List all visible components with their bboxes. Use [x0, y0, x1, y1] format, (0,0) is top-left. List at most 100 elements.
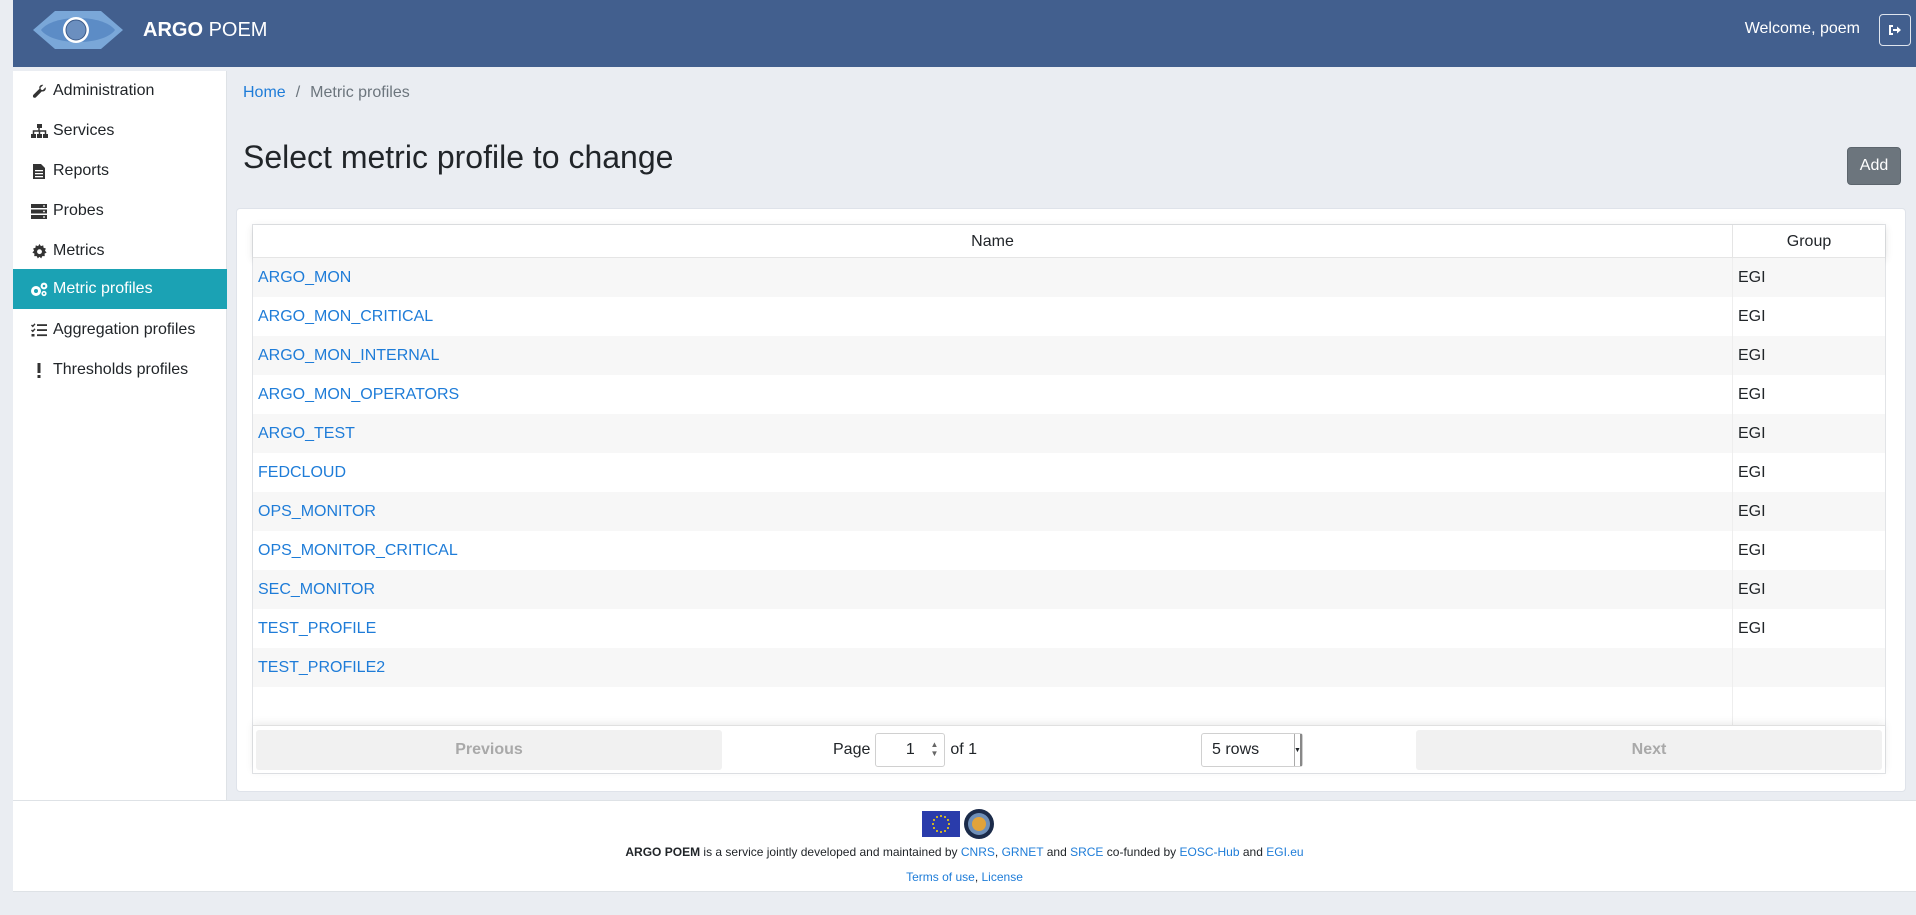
srce-link[interactable]: SRCE — [1070, 845, 1103, 859]
add-button[interactable]: Add — [1847, 147, 1901, 185]
table-row: ARGO_MON_OPERATORS EGI — [253, 375, 1885, 414]
logout-button[interactable] — [1879, 14, 1911, 46]
wrench-icon — [30, 83, 48, 99]
profile-link[interactable]: ARGO_MON_INTERNAL — [258, 347, 439, 365]
page-total: of 1 — [950, 741, 978, 758]
sidebar-item-thresholds-profiles[interactable]: Thresholds profiles — [13, 350, 227, 390]
column-header-name[interactable]: Name — [253, 225, 1733, 258]
sitemap-icon — [30, 123, 48, 139]
cell-name: ARGO_MON_OPERATORS — [253, 375, 1733, 414]
sidebar-item-probes[interactable]: Probes — [13, 191, 227, 231]
cell-name: ARGO_MON — [253, 258, 1733, 297]
profile-link[interactable]: TEST_PROFILE2 — [258, 659, 385, 677]
profile-link[interactable]: ARGO_MON_CRITICAL — [258, 308, 433, 326]
page-title: Select metric profile to change — [243, 139, 674, 175]
sidebar-item-metrics[interactable]: Metrics — [13, 231, 227, 271]
cell-name: TEST_PROFILE — [253, 609, 1733, 648]
terms-of-use-link[interactable]: Terms of use — [906, 870, 975, 884]
sidebar-item-label: Services — [53, 122, 115, 139]
footer-links: Terms of use, License — [13, 870, 1916, 884]
page-number-input[interactable]: 1 ▲ ▼ — [875, 733, 946, 767]
sidebar-item-label: Metric profiles — [53, 280, 153, 297]
sidebar-item-reports[interactable]: Reports — [13, 151, 227, 191]
stepper-arrows-icon[interactable]: ▲ ▼ — [930, 740, 938, 758]
pagination: Previous Page 1 ▲ ▼ of 1 5 rows ▼ Next — [253, 725, 1885, 773]
profile-link[interactable]: OPS_MONITOR — [258, 503, 376, 521]
profile-link[interactable]: ARGO_MON_OPERATORS — [258, 386, 459, 404]
sidebar-item-label: Probes — [53, 202, 104, 219]
profile-link[interactable]: ARGO_MON — [258, 269, 351, 287]
egi-link[interactable]: EGI.eu — [1266, 845, 1303, 859]
cell-group: EGI — [1738, 541, 1766, 559]
cell-group: EGI — [1738, 619, 1766, 637]
gears-icon — [30, 281, 48, 297]
previous-page-button[interactable]: Previous — [256, 730, 722, 770]
next-page-button[interactable]: Next — [1416, 730, 1882, 770]
footer-text: , — [974, 870, 982, 884]
cell-group — [1733, 648, 1885, 687]
metric-profiles-table: Name Group ARGO_MON EGI ARGO_MON_CRITICA… — [252, 224, 1886, 774]
brand-bold: ARGO — [143, 19, 203, 41]
profile-link[interactable]: FEDCLOUD — [258, 464, 346, 482]
sidebar-item-label: Metrics — [53, 242, 105, 259]
footer: ARGO POEM is a service jointly developed… — [13, 800, 1916, 892]
cell-name: OPS_MONITOR_CRITICAL — [253, 531, 1733, 570]
chevron-down-icon: ▼ — [1294, 734, 1302, 766]
footer-text: co-funded by — [1103, 845, 1180, 859]
cell-group: EGI — [1738, 346, 1766, 364]
cnrs-link[interactable]: CNRS — [961, 845, 995, 859]
license-link[interactable]: License — [982, 870, 1023, 884]
footer-text: and — [1239, 845, 1267, 859]
profile-link[interactable]: OPS_MONITOR_CRITICAL — [258, 542, 458, 560]
cell-group: EGI — [1738, 268, 1766, 286]
brand-title[interactable]: ARGO POEM — [143, 19, 267, 42]
sidebar-item-aggregation-profiles[interactable]: Aggregation profiles — [13, 310, 227, 350]
sidebar-item-services[interactable]: Services — [13, 111, 227, 151]
table-row-empty — [253, 687, 1885, 726]
profile-link[interactable]: SEC_MONITOR — [258, 581, 375, 599]
cell-group: EGI — [1738, 580, 1766, 598]
argo-logo — [33, 11, 123, 49]
server-icon — [30, 203, 48, 219]
table-row: ARGO_MON_INTERNAL EGI — [253, 336, 1885, 375]
cell-name: ARGO_TEST — [253, 414, 1733, 453]
cell-group: EGI — [1738, 307, 1766, 325]
cell-group: EGI — [1738, 502, 1766, 520]
sidebar-item-label: Aggregation profiles — [53, 321, 196, 338]
rows-per-page-value: 5 rows — [1212, 741, 1260, 758]
sidebar: Administration Services Reports Probes M… — [13, 71, 227, 800]
footer-credits: ARGO POEM is a service jointly developed… — [13, 845, 1916, 859]
eosc-logo — [964, 809, 994, 839]
table-row: OPS_MONITOR EGI — [253, 492, 1885, 531]
sidebar-item-label: Reports — [53, 162, 110, 179]
file-text-icon — [30, 163, 48, 179]
table-row: OPS_MONITOR_CRITICAL EGI — [253, 531, 1885, 570]
eosc-hub-link[interactable]: EOSC-Hub — [1180, 845, 1240, 859]
cell-name: TEST_PROFILE2 — [253, 648, 1733, 687]
table-row: TEST_PROFILE2 — [253, 648, 1885, 687]
cell-name: ARGO_MON_INTERNAL — [253, 336, 1733, 375]
gear-icon — [30, 243, 48, 259]
cell-name: SEC_MONITOR — [253, 570, 1733, 609]
brand-light: POEM — [208, 19, 268, 41]
cell-name: FEDCLOUD — [253, 453, 1733, 492]
profile-link[interactable]: ARGO_TEST — [258, 425, 355, 443]
cell-name — [253, 687, 1733, 726]
rows-per-page-select[interactable]: 5 rows ▼ — [1201, 733, 1303, 767]
table-row: SEC_MONITOR EGI — [253, 570, 1885, 609]
sidebar-item-metric-profiles[interactable]: Metric profiles — [13, 269, 227, 309]
footer-brand: ARGO POEM — [625, 845, 701, 859]
breadcrumb: Home / Metric profiles — [243, 84, 410, 102]
cell-group: EGI — [1738, 385, 1766, 403]
cell-name: ARGO_MON_CRITICAL — [253, 297, 1733, 336]
sidebar-item-administration[interactable]: Administration — [13, 71, 227, 111]
table-row: FEDCLOUD EGI — [253, 453, 1885, 492]
column-header-group[interactable]: Group — [1733, 225, 1885, 258]
grnet-link[interactable]: GRNET — [1002, 845, 1044, 859]
table-row: ARGO_MON_CRITICAL EGI — [253, 297, 1885, 336]
page-label: Page — [833, 741, 871, 758]
page-info: Page 1 ▲ ▼ of 1 — [833, 733, 977, 767]
profile-link[interactable]: TEST_PROFILE — [258, 620, 376, 638]
sidebar-item-label: Thresholds profiles — [53, 361, 189, 378]
breadcrumb-home-link[interactable]: Home — [243, 84, 286, 101]
